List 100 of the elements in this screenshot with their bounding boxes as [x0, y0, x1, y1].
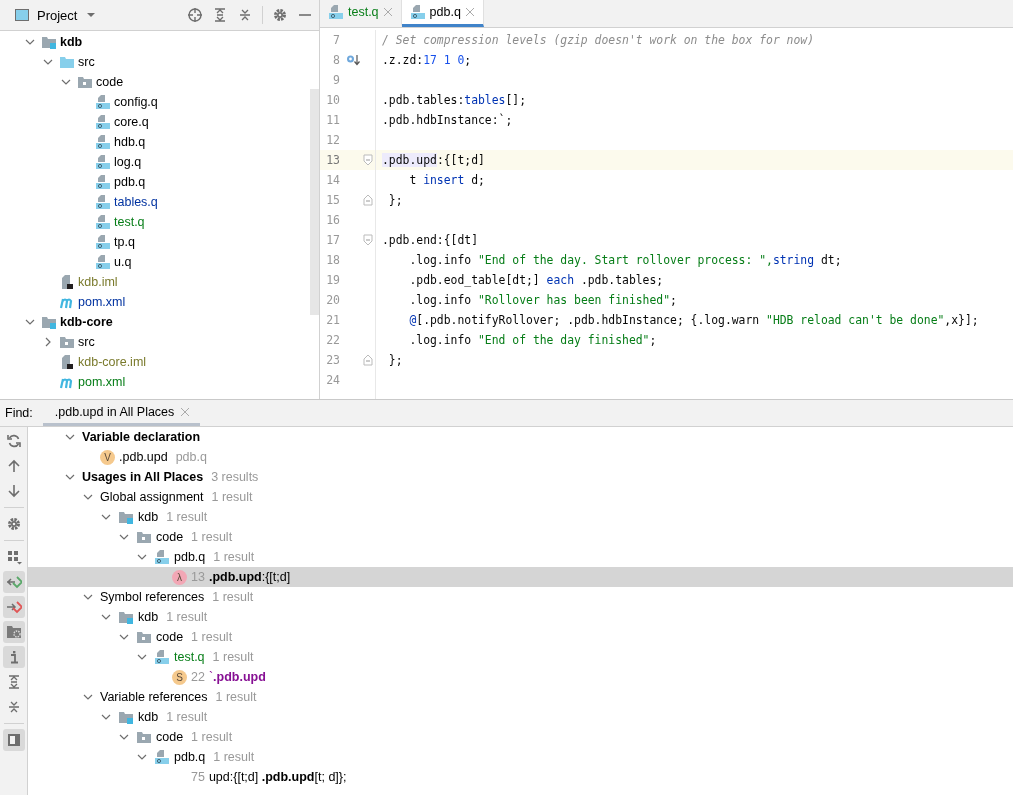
file-name[interactable]: pdb.q [114, 175, 146, 189]
code-line: / Set compression levels (gzip doesn't work on the box for now) [382, 33, 815, 47]
line-number: 10 [325, 93, 340, 107]
usage-text[interactable]: `.pdb.upd [208, 670, 266, 684]
usage-text[interactable]: .pdb.upd:{[t;d] [208, 570, 291, 584]
result-count: 1 result [191, 530, 233, 544]
rerun-icon [5, 433, 22, 449]
file-name[interactable]: tables.q [114, 195, 158, 209]
q-file-icon [95, 194, 111, 210]
file-name[interactable]: config.q [114, 95, 158, 109]
file-name[interactable]: src [78, 55, 95, 69]
result-text[interactable]: .pdb.upd [119, 450, 168, 464]
node-label[interactable]: kdb [138, 610, 159, 624]
result-count: 1 result [166, 710, 208, 724]
info-button[interactable] [2, 646, 25, 668]
group-label: Variable declaration [82, 430, 201, 444]
line-number: 18 [325, 253, 340, 267]
group-label: Usages in All Places [82, 470, 204, 484]
node-label[interactable]: pdb.q [174, 550, 206, 564]
line-number: 12 [325, 133, 340, 147]
settings-icon[interactable] [272, 7, 288, 23]
file-name[interactable]: code [96, 75, 124, 89]
editor-tab[interactable]: test.q [320, 0, 402, 27]
file-name[interactable]: log.q [114, 155, 142, 169]
line-number: 7 [332, 33, 340, 47]
result-count: 3 results [211, 470, 259, 484]
q-file-icon [95, 234, 111, 250]
node-label[interactable]: Symbol references [100, 590, 205, 604]
line-number: 15 [325, 193, 340, 207]
node-label[interactable]: test.q [174, 650, 205, 664]
write-access-button[interactable] [2, 596, 25, 618]
q-file-icon [154, 649, 170, 665]
code-line: .pdb.tables:tables[]; [382, 93, 527, 107]
node-label[interactable]: code [156, 630, 184, 644]
file-name[interactable]: tp.q [114, 235, 135, 249]
q-file-icon [328, 4, 344, 20]
result-count: 1 result [166, 510, 208, 524]
file-name[interactable]: kdb-core.iml [78, 355, 147, 369]
close-icon[interactable] [464, 7, 475, 17]
find-tab[interactable]: .pdb.upd in All Places [42, 400, 201, 426]
result-count: 1 result [212, 590, 254, 604]
arrow-down-icon [5, 483, 22, 499]
line-number: 14 [325, 173, 340, 187]
locate-icon[interactable] [187, 7, 203, 23]
line-number: 11 [325, 113, 340, 127]
node-label[interactable]: code [156, 530, 184, 544]
override-marker-icon[interactable] [346, 53, 360, 67]
line-number: 19 [325, 273, 340, 287]
module-folder-icon [118, 509, 134, 525]
badge-icon: λ [172, 569, 187, 585]
result-count: 1 result [213, 550, 255, 564]
line-number: 17 [325, 233, 340, 247]
node-label[interactable]: Global assignment [100, 490, 204, 504]
result-count: 1 result [166, 610, 208, 624]
line-number: 13 [325, 153, 340, 167]
node-label[interactable]: kdb [138, 510, 159, 524]
write-access-icon [5, 599, 22, 615]
folder-icon [136, 529, 152, 545]
node-label[interactable]: kdb [138, 710, 159, 724]
folder-icon [5, 624, 22, 640]
module-folder-icon [41, 34, 57, 50]
node-label[interactable]: Variable references [100, 690, 208, 704]
line-number: 9 [332, 73, 340, 87]
file-name[interactable]: src [78, 335, 95, 349]
code-line: .pdb.end:{[dt] [382, 233, 478, 247]
result-count: 1 result [213, 750, 255, 764]
file-name[interactable]: hdb.q [114, 135, 146, 149]
file-name[interactable]: pom.xml [78, 375, 126, 389]
q-file-icon [95, 94, 111, 110]
line-number: 13 [191, 570, 205, 584]
panel-title[interactable]: Project [37, 7, 78, 23]
scrollbar[interactable] [310, 89, 319, 315]
line-number: 23 [325, 353, 340, 367]
code-line: .pdb.upd:{[t;d] [382, 153, 485, 167]
line-number: 16 [325, 213, 340, 227]
line-number: 22 [191, 670, 205, 684]
result-count: 1 result [212, 650, 254, 664]
file-name[interactable]: u.q [114, 255, 132, 269]
file-name[interactable]: core.q [114, 115, 149, 129]
node-label[interactable]: pdb.q [174, 750, 206, 764]
q-file-icon [95, 114, 111, 130]
file-name[interactable]: pom.xml [78, 295, 126, 309]
result-count: 1 result [191, 630, 233, 644]
collapse-all-icon[interactable] [237, 7, 253, 23]
read-access-button[interactable] [2, 571, 25, 593]
node-label[interactable]: code [156, 730, 184, 744]
line-number: 20 [325, 293, 340, 307]
file-name[interactable]: kdb-core [60, 315, 113, 329]
file-name[interactable]: kdb.iml [78, 275, 118, 289]
preview-button[interactable] [2, 729, 25, 751]
q-file-icon [95, 214, 111, 230]
badge-icon: V [100, 449, 115, 465]
find-label: Find: [4, 405, 34, 422]
file-name[interactable]: test.q [114, 215, 145, 229]
editor-tab[interactable]: pdb.q [401, 0, 484, 27]
expand-all-icon[interactable] [212, 7, 228, 23]
usage-text[interactable]: upd:{[t;d] .pdb.upd[t; d]}; [208, 770, 347, 784]
folder-button[interactable] [2, 621, 25, 643]
file-name[interactable]: kdb [60, 35, 83, 49]
selected-row[interactable]: λ 13 .pdb.upd:{[t;d] [28, 567, 1013, 587]
